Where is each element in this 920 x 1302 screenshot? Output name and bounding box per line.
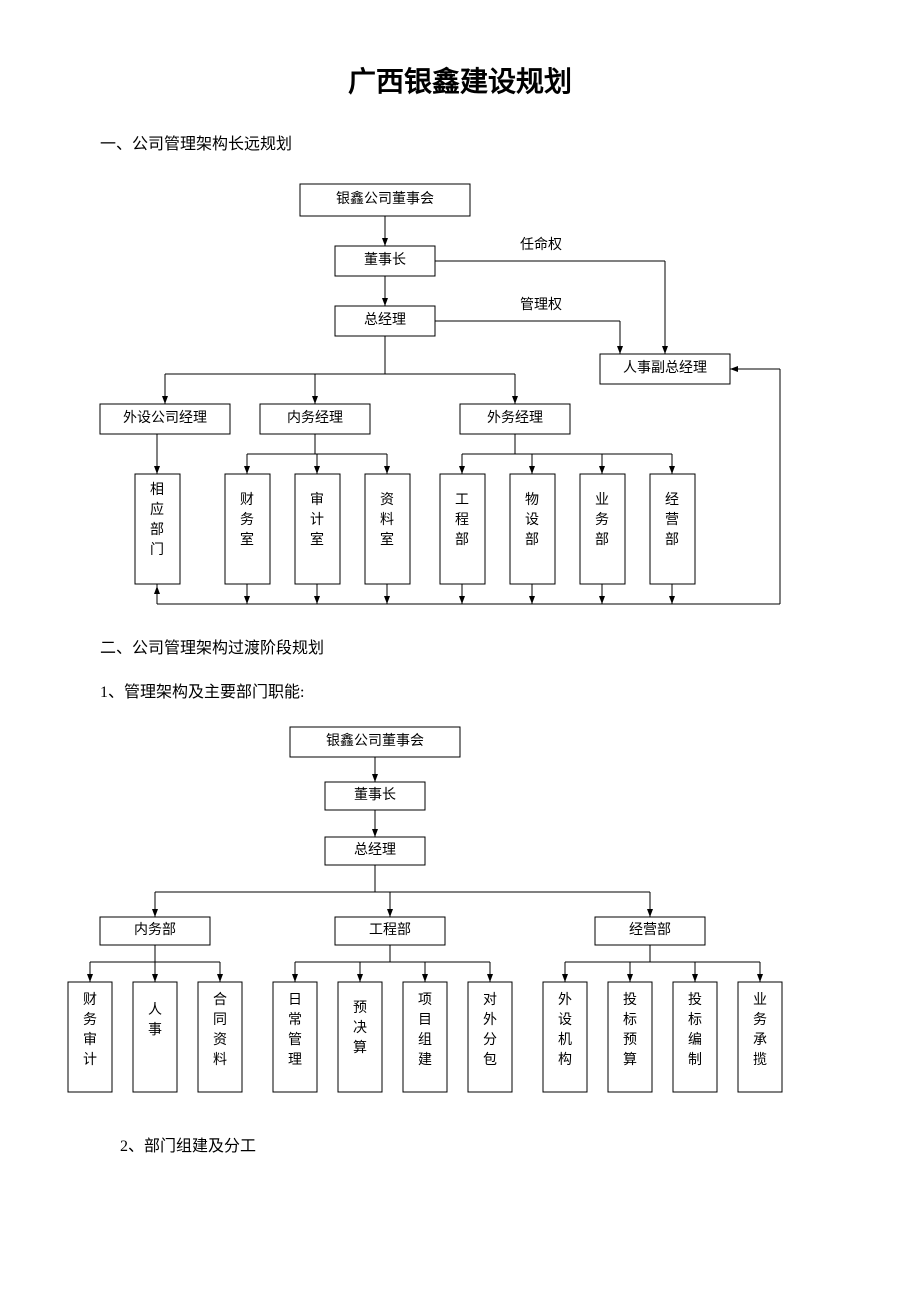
sub-2-1: 1、管理架构及主要部门职能:: [100, 678, 900, 702]
c1-d7: 经营部: [665, 492, 679, 548]
c1-ext-mgr: 外设公司经理: [123, 410, 207, 426]
section-2-heading: 二、公司管理架构过渡阶段规划: [100, 634, 900, 658]
org-chart-2: 银鑫公司董事会 董事长 总经理 内务部 工程部 经营部: [60, 722, 860, 1112]
c2-top: 银鑫公司董事会: [326, 732, 424, 749]
c1-d3: 资料室: [380, 492, 394, 548]
c2-div1: 工程部: [369, 922, 411, 938]
anno-appoint: 任命权: [520, 236, 562, 253]
c1-d4: 工程部: [455, 493, 469, 548]
c2-chairman: 董事长: [354, 787, 396, 803]
c1-top: 银鑫公司董事会: [336, 190, 434, 207]
sub-2-2: 2、部门组建及分工: [120, 1132, 900, 1156]
page-title: 广西银鑫建设规划: [20, 60, 900, 100]
c1-int-mgr: 内务经理: [287, 410, 343, 426]
c1-gm: 总经理: [364, 312, 406, 328]
c2-div0: 内务部: [134, 922, 176, 938]
c2-l4: 预决算: [353, 1000, 367, 1056]
c1-out-mgr: 外务经理: [487, 410, 543, 426]
c1-d2: 审计室: [310, 492, 324, 548]
section-1-heading: 一、公司管理架构长远规划: [100, 130, 900, 154]
c1-d5: 物设部: [525, 492, 539, 548]
c1-d6: 业务部: [595, 492, 609, 548]
c1-hrvp: 人事副总经理: [623, 360, 707, 376]
c2-div2: 经营部: [629, 922, 671, 938]
anno-manage: 管理权: [520, 297, 562, 313]
c1-chairman: 董事长: [364, 252, 406, 268]
c2-gm: 总经理: [354, 842, 396, 858]
org-chart-1: 银鑫公司董事会 董事长 总经理 人事副总经理 外设公司经理 内务经理 外务经理 …: [80, 174, 840, 624]
c1-depts: [135, 474, 695, 584]
c1-d1: 财务室: [240, 492, 254, 548]
